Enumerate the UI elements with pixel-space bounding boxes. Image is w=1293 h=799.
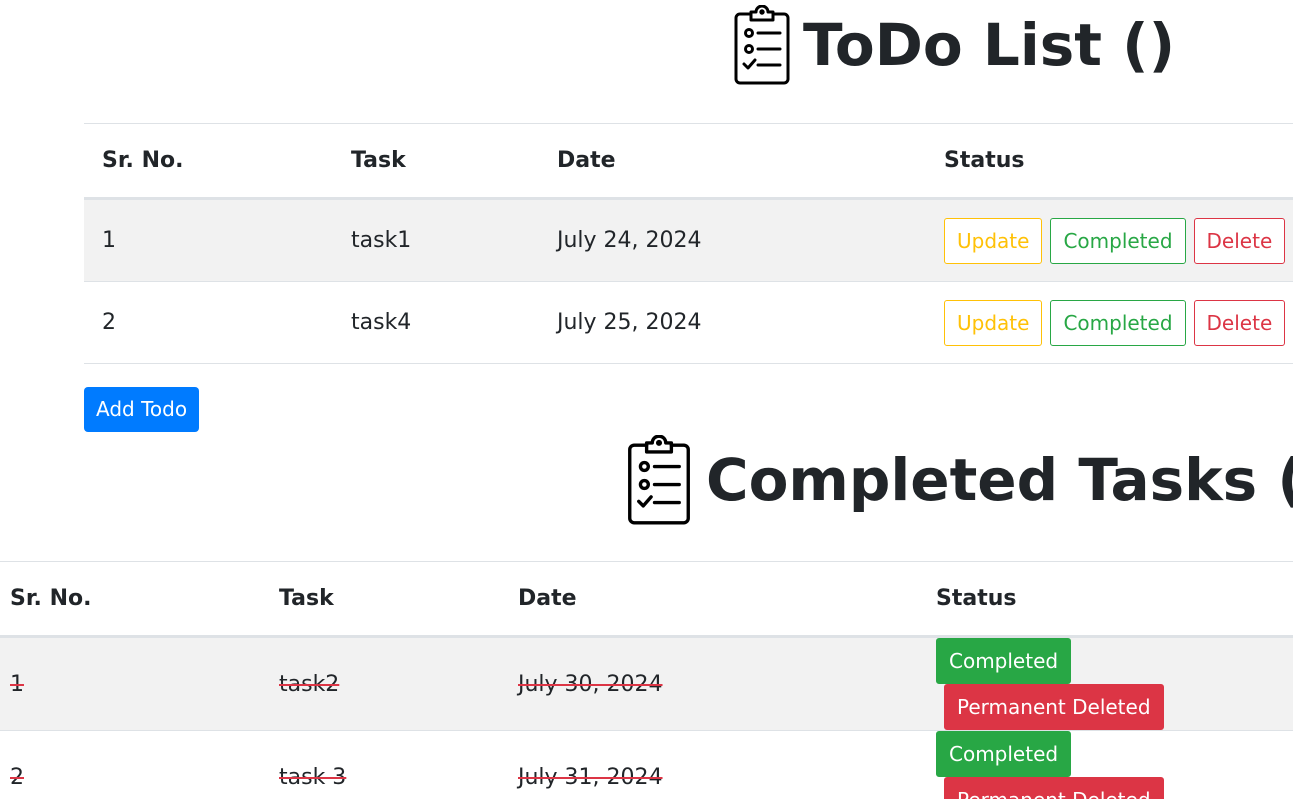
header-date: Date [539,123,926,200]
delete-button[interactable]: Delete [1193,217,1286,264]
sr-no-cell: 1 [84,198,333,282]
sr-no-cell: 1 [0,636,269,731]
date-cell: July 25, 2024 [539,281,926,364]
sr-no-cell: 2 [0,730,269,799]
delete-button[interactable]: Delete [1193,299,1286,346]
header-task: Task [333,123,539,200]
completed-button[interactable]: Completed [936,731,1072,777]
table-row: 1 task2 July 30, 2024 CompletedPermanent… [0,636,1293,731]
status-cell: CompletedPermanent Deleted [926,730,1293,799]
table-row: 1 task1 July 24, 2024 Update Completed Del… [84,198,1293,282]
mark-completed-button[interactable]: Completed [1050,299,1186,346]
date-cell: July 30, 2024 [508,636,926,731]
update-button[interactable]: Update [944,217,1043,264]
completed-title: Completed Tasks () [706,446,1293,514]
completed-table: Sr. No. Task Date Status 1 task2 July 30… [0,561,1293,799]
completed-heading: Completed Tasks () [626,434,1293,526]
header-sr-no: Sr. No. [0,561,269,638]
date-cell: July 31, 2024 [508,730,926,799]
completed-button[interactable]: Completed [936,638,1072,684]
task-cell: task1 [333,198,539,282]
completed-table-header: Sr. No. Task Date Status [0,561,1293,638]
header-status: Status [926,561,1293,638]
status-cell: Update Completed Delete [926,198,1293,282]
table-row: 2 task 3 July 31, 2024 CompletedPermanen… [0,730,1293,799]
clipboard-checklist-icon [734,5,790,85]
header-sr-no: Sr. No. [84,123,333,200]
clipboard-checklist-icon [628,435,690,525]
mark-completed-button[interactable]: Completed [1050,217,1186,264]
sr-no-cell: 2 [84,281,333,364]
status-cell: Update Completed Delete [926,281,1293,364]
date-cell: July 24, 2024 [539,198,926,282]
todo-title: ToDo List () [803,11,1176,79]
task-cell: task4 [333,281,539,364]
task-cell: task 3 [269,730,508,799]
header-status: Status [926,123,1293,200]
todo-heading: ToDo List () [733,4,1175,86]
update-button[interactable]: Update [944,299,1043,346]
table-row: 2 task4 July 25, 2024 Update Completed Del… [84,281,1293,364]
header-date: Date [508,561,926,638]
todo-table-header: Sr. No. Task Date Status [84,123,1293,200]
permanent-delete-button[interactable]: Permanent Deleted [944,684,1164,730]
header-task: Task [269,561,508,638]
add-todo-button[interactable]: Add Todo [84,387,200,432]
todo-table: Sr. No. Task Date Status 1 task1 July 24… [84,123,1293,364]
todo-page: ToDo List () Sr. No. Task Date Status 1 … [0,0,1293,799]
permanent-delete-button[interactable]: Permanent Deleted [944,777,1164,799]
status-cell: CompletedPermanent Deleted [926,636,1293,731]
task-cell: task2 [269,636,508,731]
